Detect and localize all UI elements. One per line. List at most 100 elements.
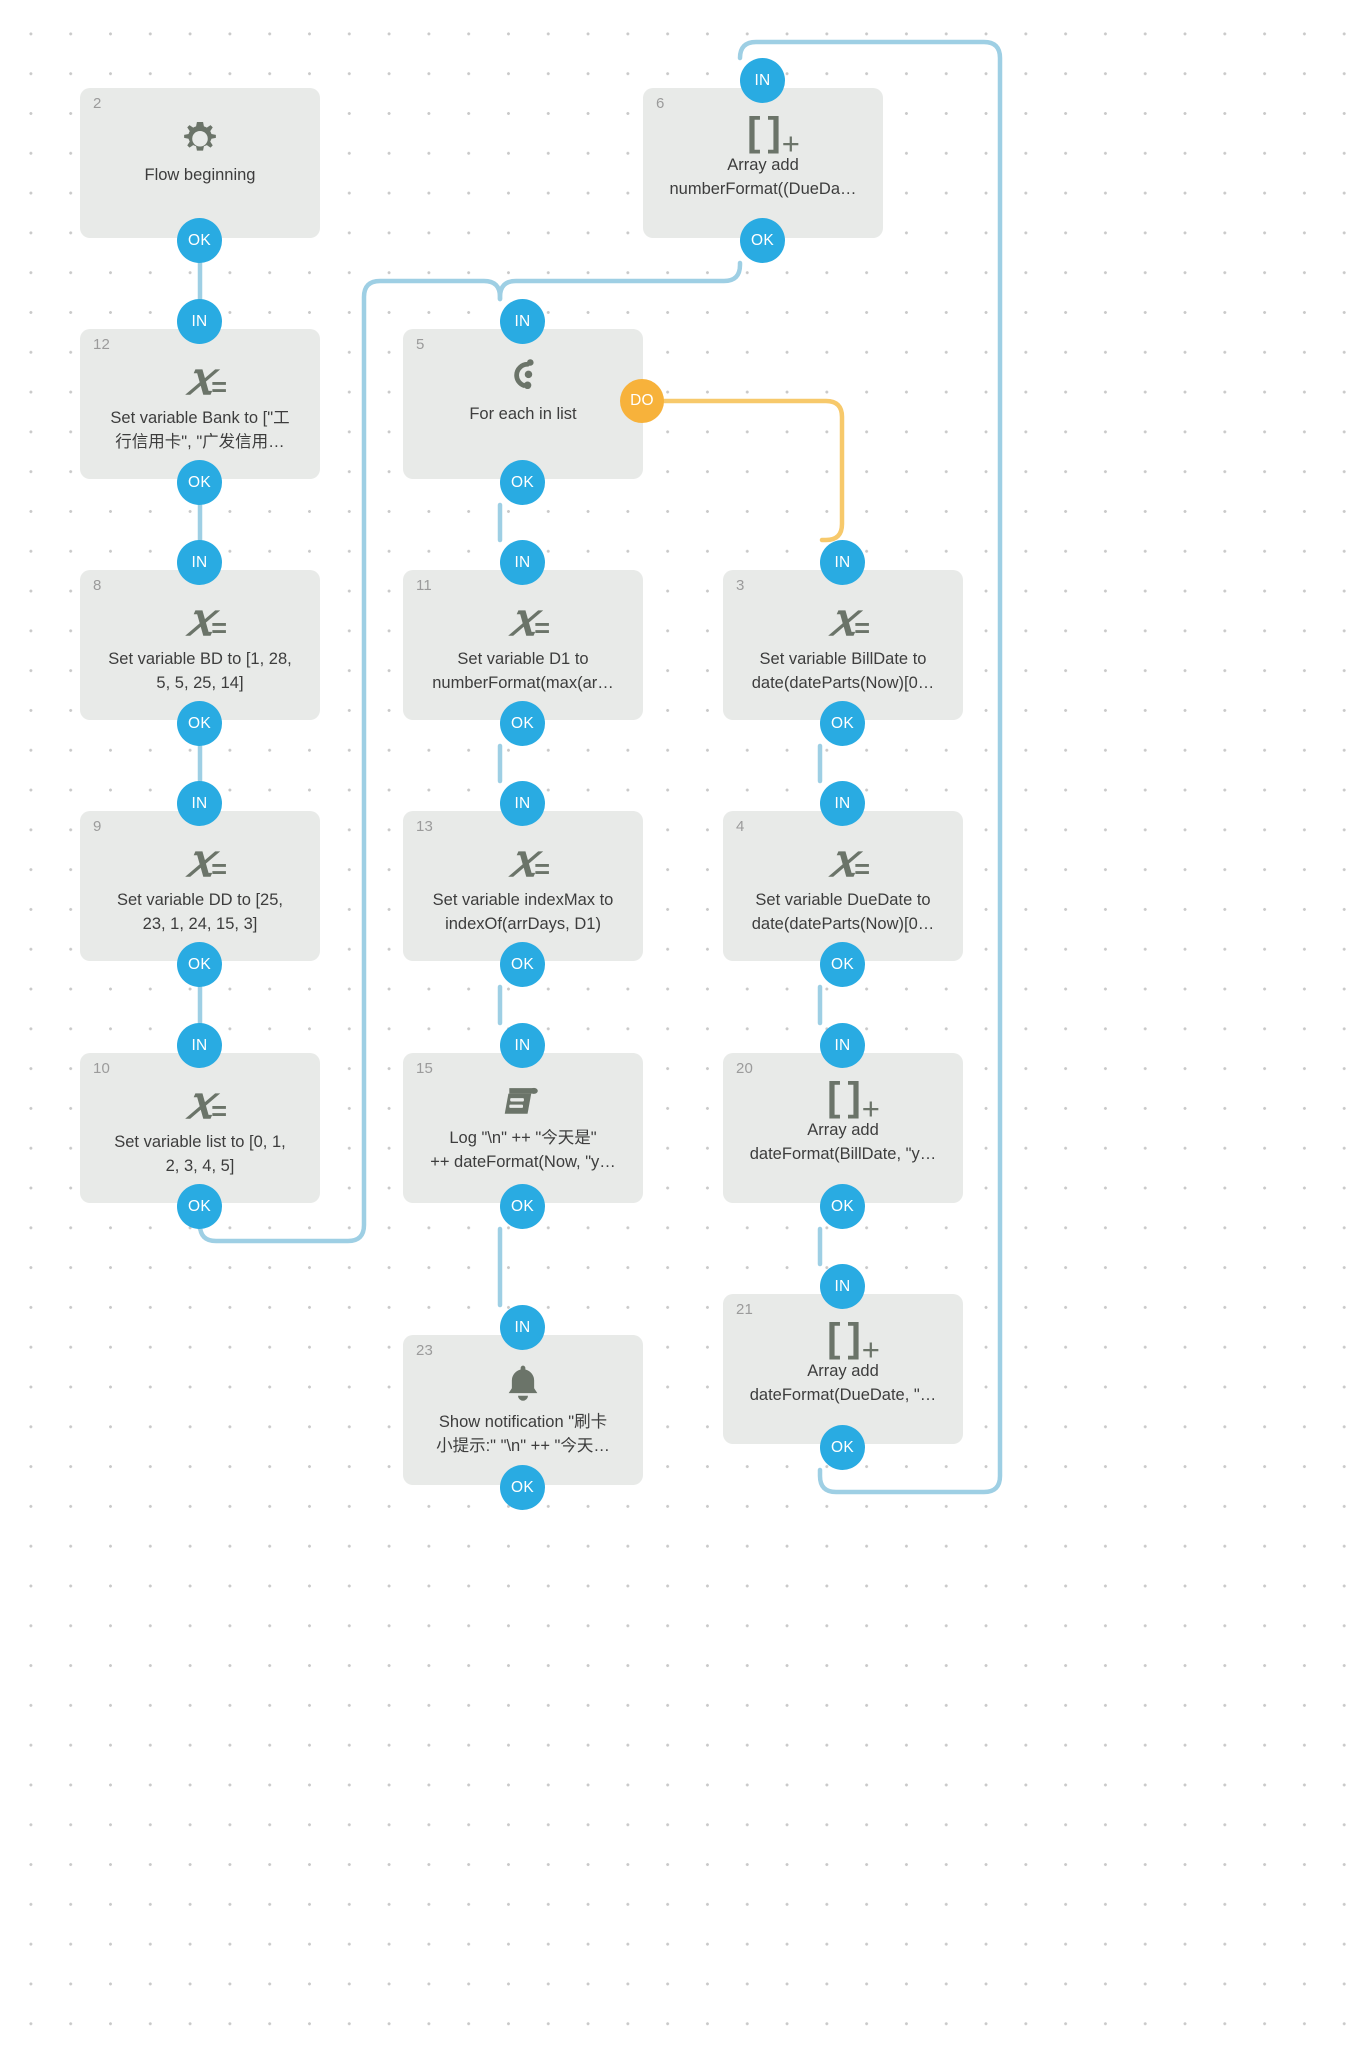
edge-array-add-numberformat-to-for-each xyxy=(497,260,743,302)
port-in-node-6[interactable]: IN xyxy=(740,58,785,103)
node-label: Set variable list to [0, 1, 2, 3, 4, 5] xyxy=(114,1133,286,1175)
node-index: 23 xyxy=(416,1342,434,1359)
node-icon-wrap: 𝑥 = xyxy=(80,355,320,401)
edge-for-each-do-to-set-billdate xyxy=(661,398,845,543)
port-ok-node-6[interactable]: OK xyxy=(740,218,785,263)
log-icon xyxy=(504,1087,538,1114)
port-ok-node-13[interactable]: OK xyxy=(500,942,545,987)
node-icon-wrap: [ ] + xyxy=(723,1316,963,1367)
node-label: Show notification "刷卡 小提示:" "\n" ++ "今天… xyxy=(436,1413,610,1455)
gear-icon xyxy=(184,122,216,151)
node-icon-wrap: [ ] + xyxy=(643,110,883,161)
node-label: Array add dateFormat(DueDate, "… xyxy=(749,1362,937,1404)
node-icon-wrap: 𝑥 = xyxy=(723,596,963,642)
flow-node-9[interactable]: 9 𝑥 = Set variable DD to [25, 23, 1, 24, 15… xyxy=(80,811,320,961)
node-index: 2 xyxy=(93,95,102,112)
node-index: 6 xyxy=(656,95,665,112)
node-label: Set variable indexMax to indexOf(arrDays… xyxy=(432,891,614,933)
node-label: Array add numberFormat((DueDa… xyxy=(669,156,857,198)
flow-node-8[interactable]: 8 𝑥 = Set variable BD to [1, 28, 5, 5, 25, … xyxy=(80,570,320,720)
port-ok-node-10[interactable]: OK xyxy=(177,1184,222,1229)
node-icon-wrap xyxy=(403,357,643,399)
port-in-node-3[interactable]: IN xyxy=(820,540,865,585)
port-in-node-13[interactable]: IN xyxy=(500,781,545,826)
port-in-node-15[interactable]: IN xyxy=(500,1023,545,1068)
port-in-node-8[interactable]: IN xyxy=(177,540,222,585)
flow-node-6[interactable]: 6 [ ] + Array add numberFormat((DueDa… xyxy=(643,88,883,238)
array-add-icon: [ ] + xyxy=(827,1075,880,1126)
variable-icon: 𝑥 = xyxy=(510,592,550,646)
port-in-node-10[interactable]: IN xyxy=(177,1023,222,1068)
node-label: Set variable BD to [1, 28, 5, 5, 25, 14] xyxy=(108,650,292,692)
port-in-node-5[interactable]: IN xyxy=(500,299,545,344)
variable-icon: 𝑥 = xyxy=(830,833,870,887)
node-icon-wrap: [ ] + xyxy=(723,1075,963,1126)
node-index: 20 xyxy=(736,1060,754,1077)
port-do-node-5[interactable]: DO xyxy=(620,379,664,423)
node-label: Flow beginning xyxy=(144,166,256,184)
node-icon-wrap: 𝑥 = xyxy=(80,596,320,642)
node-index: 21 xyxy=(736,1301,754,1318)
node-label: Set variable DueDate to date(dateParts(N… xyxy=(751,891,935,933)
flow-node-4[interactable]: 4 𝑥 = Set variable DueDate to date(datePart… xyxy=(723,811,963,961)
port-ok-node-21[interactable]: OK xyxy=(820,1425,865,1470)
port-ok-node-3[interactable]: OK xyxy=(820,701,865,746)
flow-node-13[interactable]: 13 𝑥 = Set variable indexMax to indexOf(arr… xyxy=(403,811,643,961)
node-icon-wrap: 𝑥 = xyxy=(403,596,643,642)
variable-icon: 𝑥 = xyxy=(830,592,870,646)
flow-node-10[interactable]: 10 𝑥 = Set variable list to [0, 1, 2, 3, 4,… xyxy=(80,1053,320,1203)
port-ok-node-12[interactable]: OK xyxy=(177,460,222,505)
port-ok-node-9[interactable]: OK xyxy=(177,942,222,987)
array-add-icon: [ ] + xyxy=(747,110,800,161)
flow-node-3[interactable]: 3 𝑥 = Set variable BillDate to date(datePar… xyxy=(723,570,963,720)
node-icon-wrap xyxy=(80,118,320,164)
node-icon-wrap xyxy=(403,1079,643,1121)
port-in-node-4[interactable]: IN xyxy=(820,781,865,826)
flow-node-20[interactable]: 20 [ ] + Array add dateFormat(BillDate, "y… xyxy=(723,1053,963,1203)
node-index: 5 xyxy=(416,336,425,353)
node-icon-wrap xyxy=(403,1361,643,1405)
node-label: Set variable BillDate to date(dateParts(… xyxy=(751,650,935,692)
port-ok-node-11[interactable]: OK xyxy=(500,701,545,746)
flow-node-15[interactable]: 15 Log "\n" ++ "今天是" ++ dateFormat(Now, "… xyxy=(403,1053,643,1203)
port-ok-node-15[interactable]: OK xyxy=(500,1184,545,1229)
flow-node-11[interactable]: 11 𝑥 = Set variable D1 to numberFormat(max(… xyxy=(403,570,643,720)
port-ok-node-20[interactable]: OK xyxy=(820,1184,865,1229)
flow-node-2[interactable]: 2 Flow beginning xyxy=(80,88,320,238)
node-index: 11 xyxy=(416,577,432,594)
port-ok-node-23[interactable]: OK xyxy=(500,1465,545,1510)
node-icon-wrap: 𝑥 = xyxy=(403,837,643,883)
port-ok-node-2[interactable]: OK xyxy=(177,218,222,263)
variable-icon: 𝑥 = xyxy=(187,1075,227,1129)
node-index: 12 xyxy=(93,336,111,353)
flow-node-5[interactable]: 5 For each in list xyxy=(403,329,643,479)
variable-icon: 𝑥 = xyxy=(510,833,550,887)
port-in-node-11[interactable]: IN xyxy=(500,540,545,585)
port-in-node-20[interactable]: IN xyxy=(820,1023,865,1068)
for-each-icon xyxy=(514,359,534,390)
node-label: Set variable DD to [25, 23, 1, 24, 15, 3… xyxy=(117,891,283,933)
port-in-node-12[interactable]: IN xyxy=(177,299,222,344)
port-ok-node-4[interactable]: OK xyxy=(820,942,865,987)
flow-node-12[interactable]: 12 𝑥 = Set variable Bank to ["工 行信用卡", "广发信… xyxy=(80,329,320,479)
node-icon-wrap: 𝑥 = xyxy=(80,1079,320,1125)
bell-icon xyxy=(508,1365,538,1401)
node-index: 13 xyxy=(416,818,434,835)
variable-icon: 𝑥 = xyxy=(187,833,227,887)
port-in-node-21[interactable]: IN xyxy=(820,1264,865,1309)
port-in-node-9[interactable]: IN xyxy=(177,781,222,826)
flow-canvas[interactable]: 2 Flow beginning OK 6[ ] + Array add numberFo… xyxy=(0,0,1365,2048)
port-ok-node-8[interactable]: OK xyxy=(177,701,222,746)
port-ok-node-5[interactable]: OK xyxy=(500,460,545,505)
flow-node-21[interactable]: 21 [ ] + Array add dateFormat(DueDate, "… xyxy=(723,1294,963,1444)
port-in-node-23[interactable]: IN xyxy=(500,1305,545,1350)
node-label: Set variable Bank to ["工 行信用卡", "广发信用… xyxy=(110,409,290,451)
node-icon-wrap: 𝑥 = xyxy=(80,837,320,883)
node-label: Set variable D1 to numberFormat(max(ar… xyxy=(432,650,614,692)
array-add-icon: [ ] + xyxy=(827,1316,880,1367)
node-index: 8 xyxy=(93,577,102,594)
flow-node-23[interactable]: 23 Show notification "刷卡 小提示:" "\n" ++ "今… xyxy=(403,1335,643,1485)
node-index: 3 xyxy=(736,577,745,594)
variable-icon: 𝑥 = xyxy=(187,592,227,646)
node-label: For each in list xyxy=(469,405,577,423)
